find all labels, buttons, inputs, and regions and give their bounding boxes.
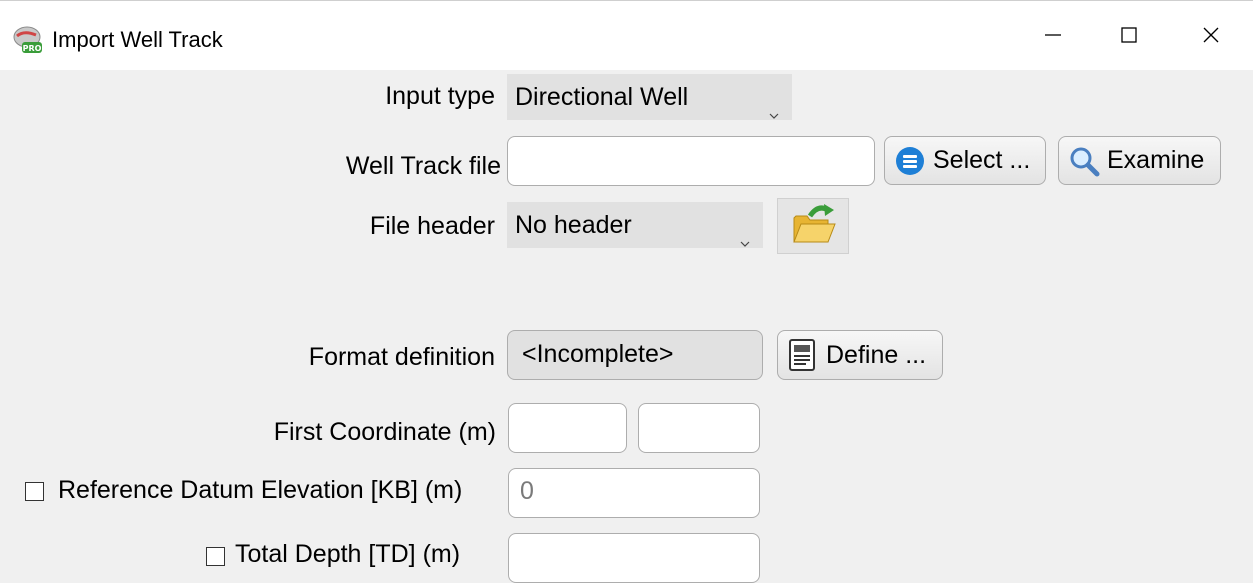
minimize-icon xyxy=(1043,25,1063,45)
total-depth-checkbox[interactable] xyxy=(206,547,225,566)
select-button-label: Select ... xyxy=(933,146,1031,174)
examine-button[interactable]: Examine xyxy=(1058,136,1221,185)
file-header-combo[interactable]: No header xyxy=(507,202,763,248)
define-button[interactable]: Define ... xyxy=(777,330,943,380)
total-depth-label: Total Depth [TD] (m) xyxy=(235,540,461,568)
reference-datum-label: Reference Datum Elevation [KB] (m) xyxy=(58,476,463,504)
input-type-combo[interactable]: Directional Well xyxy=(507,74,792,120)
total-depth-input[interactable] xyxy=(508,533,760,583)
first-coordinate-x-input[interactable] xyxy=(508,403,627,453)
define-button-label: Define ... xyxy=(826,340,927,369)
title-bar: PRO Import Well Track xyxy=(0,0,1253,70)
file-header-label: File header xyxy=(369,212,495,240)
reference-datum-input[interactable]: 0 xyxy=(508,468,760,518)
open-file-button[interactable] xyxy=(777,198,849,254)
document-definition-icon xyxy=(786,338,820,372)
input-type-label: Input type xyxy=(385,82,495,110)
reference-datum-placeholder: 0 xyxy=(520,477,534,505)
first-coordinate-y-input[interactable] xyxy=(638,403,760,453)
list-icon xyxy=(893,144,927,178)
examine-button-label: Examine xyxy=(1107,146,1205,174)
svg-text:PRO: PRO xyxy=(23,44,42,53)
first-coordinate-label: First Coordinate (m) xyxy=(273,418,496,446)
well-track-file-label: Well Track file xyxy=(345,152,501,180)
chevron-down-icon xyxy=(740,219,750,247)
magnifier-icon xyxy=(1067,144,1101,178)
reference-datum-checkbox[interactable] xyxy=(25,482,44,501)
dialog-body: Input type Directional Well Well Track f… xyxy=(0,70,1253,583)
close-icon xyxy=(1201,25,1221,45)
file-header-value: No header xyxy=(515,211,632,239)
app-pro-icon: PRO xyxy=(12,24,44,56)
maximize-button[interactable] xyxy=(1103,15,1155,55)
minimize-button[interactable] xyxy=(1027,15,1079,55)
format-definition-label: Format definition xyxy=(308,343,495,371)
well-track-file-input[interactable] xyxy=(507,136,875,186)
maximize-icon xyxy=(1119,25,1139,45)
format-definition-field: <Incomplete> xyxy=(507,330,763,380)
chevron-down-icon xyxy=(769,91,779,119)
close-button[interactable] xyxy=(1185,15,1237,55)
format-definition-value: <Incomplete> xyxy=(522,340,674,368)
folder-open-icon xyxy=(788,202,838,251)
select-button[interactable]: Select ... xyxy=(884,136,1046,185)
window-title: Import Well Track xyxy=(52,27,223,52)
input-type-value: Directional Well xyxy=(515,83,689,111)
